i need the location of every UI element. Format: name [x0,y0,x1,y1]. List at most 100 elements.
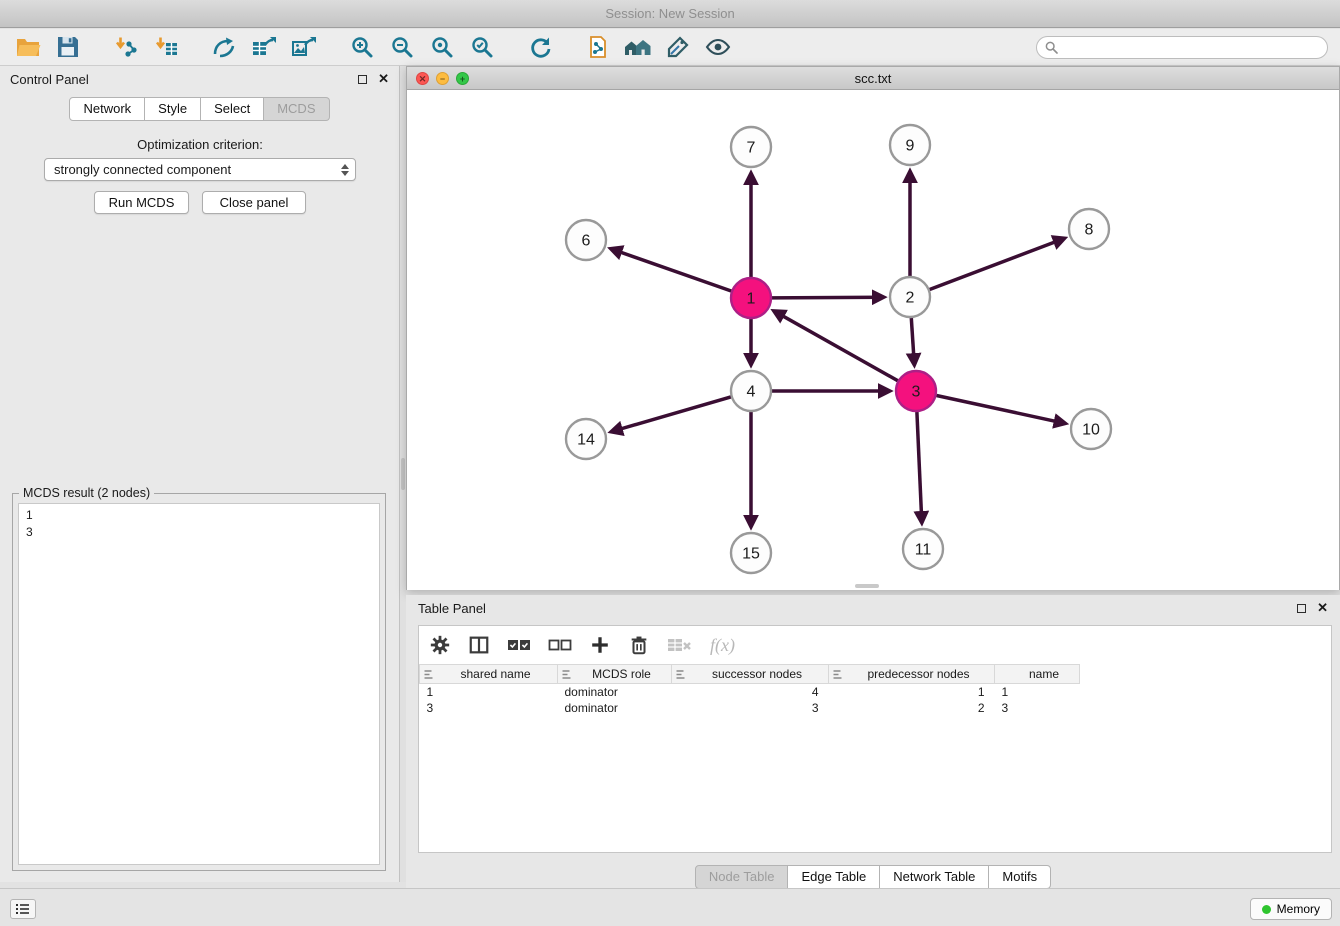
zoom-out-button[interactable] [386,32,418,62]
graph-edge[interactable] [911,318,914,364]
table-settings-button[interactable] [429,634,451,656]
mcds-result-groupbox: MCDS result (2 nodes) 1 3 [12,493,386,871]
deselect-all-rows-button[interactable] [548,636,572,654]
horizontal-scrollbar-handle[interactable] [855,584,879,588]
function-builder-button[interactable]: f(x) [710,635,735,656]
column-header-name[interactable]: name [995,665,1080,684]
sort-icon [832,669,843,680]
show-columns-button[interactable] [468,634,490,656]
graph-edge[interactable] [612,397,731,432]
save-session-button[interactable] [52,32,84,62]
cell-predecessor-nodes[interactable]: 1 [829,684,995,700]
cell-successor-nodes[interactable]: 4 [672,684,829,700]
show-hide-button[interactable] [702,32,734,62]
table-row[interactable]: 3 dominator 3 2 3 [420,700,1332,716]
splitter-handle[interactable] [401,458,405,490]
control-panel-header: Control Panel ✕ [0,66,399,92]
import-table-button[interactable] [150,32,182,62]
graph-edge[interactable] [937,396,1065,424]
search-input[interactable] [1064,40,1319,54]
close-panel-button[interactable]: Close panel [202,191,306,214]
graph-edge[interactable] [917,412,922,522]
graph-node-label: 6 [582,233,591,250]
export-table-button[interactable] [248,32,280,62]
close-panel-icon[interactable]: ✕ [378,74,389,84]
open-session-button[interactable] [12,32,44,62]
zoom-selected-button[interactable] [466,32,498,62]
tab-style[interactable]: Style [145,97,201,121]
graph-node-label: 7 [747,140,756,157]
refresh-layout-button[interactable] [524,32,556,62]
zoom-fit-button[interactable] [426,32,458,62]
graph-edge[interactable] [775,311,898,380]
minimize-window-icon[interactable]: − [436,72,449,85]
select-all-rows-button[interactable] [507,636,531,654]
zoom-in-icon [350,35,374,59]
cell-mcds-role[interactable]: dominator [558,700,672,716]
run-mcds-button[interactable]: Run MCDS [94,191,189,214]
close-table-panel-icon[interactable]: ✕ [1317,603,1328,613]
tab-edge-table[interactable]: Edge Table [788,865,880,889]
cell-shared-name[interactable]: 1 [420,684,558,700]
annotation-button[interactable] [662,32,694,62]
table-arrow-icon [251,35,277,59]
network-canvas[interactable]: 7968124314101511 [407,90,1339,590]
status-bar: Memory [0,888,1340,926]
import-network-icon [114,35,138,59]
window-titlebar[interactable]: Session: New Session [0,0,1340,28]
home-button[interactable] [622,32,654,62]
search-field[interactable] [1036,36,1328,59]
tab-network-table[interactable]: Network Table [880,865,989,889]
column-header-shared-name[interactable]: shared name [420,665,558,684]
memory-button[interactable]: Memory [1250,898,1332,920]
delete-table-button[interactable] [667,635,693,655]
add-column-button[interactable] [589,634,611,656]
graph-node-label: 10 [1082,422,1100,439]
tab-motifs[interactable]: Motifs [989,865,1051,889]
mcds-result-line: 1 [26,507,372,524]
close-window-icon[interactable]: ✕ [416,72,429,85]
tab-node-table[interactable]: Node Table [695,865,789,889]
task-history-button[interactable] [10,899,36,919]
first-neighbors-button[interactable] [582,32,614,62]
column-header-predecessor-nodes[interactable]: predecessor nodes [829,665,995,684]
column-header-mcds-role[interactable]: MCDS role [558,665,672,684]
main-toolbar [0,29,1340,66]
network-view-window: ✕ − + scc.txt 7968124314101511 [406,66,1340,590]
graph-edge[interactable] [772,297,883,298]
network-window-titlebar[interactable]: ✕ − + scc.txt [407,67,1339,90]
cell-successor-nodes[interactable]: 3 [672,700,829,716]
table-row[interactable]: 1 dominator 4 1 1 [420,684,1332,700]
cell-name[interactable]: 3 [995,700,1080,716]
import-network-button[interactable] [110,32,142,62]
float-table-panel-icon[interactable] [1297,604,1306,613]
cell-name[interactable]: 1 [995,684,1080,700]
plus-icon [589,634,611,656]
graph-edge[interactable] [930,239,1064,290]
tab-network[interactable]: Network [69,97,145,121]
tab-select[interactable]: Select [201,97,264,121]
column-header-successor-nodes[interactable]: successor nodes [672,665,829,684]
mcds-result-list[interactable]: 1 3 [18,503,380,865]
graph-node-label: 15 [742,546,760,563]
export-image-button[interactable] [288,32,320,62]
cell-shared-name[interactable]: 3 [420,700,558,716]
float-panel-icon[interactable] [358,75,367,84]
maximize-window-icon[interactable]: + [456,72,469,85]
checked-boxes-icon [507,636,531,654]
refresh-icon [528,35,552,59]
zoom-in-button[interactable] [346,32,378,62]
graph-node-label: 14 [577,432,595,449]
optimization-dropdown[interactable]: strongly connected component [44,158,356,181]
new-network-button[interactable] [208,32,240,62]
document-network-icon [586,35,610,59]
graph-node-label: 8 [1085,222,1094,239]
graph-edge[interactable] [612,249,732,291]
cell-predecessor-nodes[interactable]: 2 [829,700,995,716]
list-icon [16,903,30,915]
node-table: shared name MCDS role successor nodes pr… [419,664,1331,716]
tab-mcds[interactable]: MCDS [264,97,329,121]
delete-column-button[interactable] [628,634,650,656]
cell-mcds-role[interactable]: dominator [558,684,672,700]
window-title: Session: New Session [605,6,734,21]
